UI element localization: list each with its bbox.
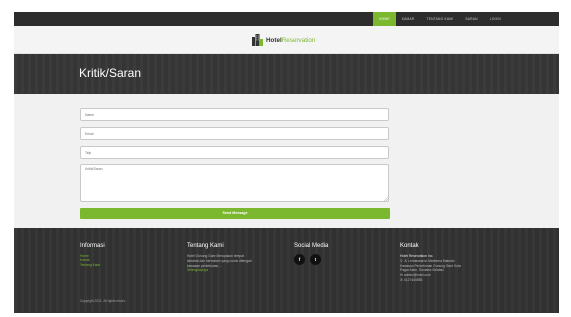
logo-text-hotel: Hotel: [266, 36, 282, 44]
logo-text-reservation: Reservation: [281, 36, 316, 44]
facebook-icon[interactable]: f: [294, 254, 305, 265]
email-field[interactable]: [80, 127, 389, 140]
resize-grip-icon[interactable]: [383, 196, 388, 201]
nav-home[interactable]: HOME: [373, 12, 396, 26]
footer-link-tentang-kami[interactable]: Tentang Kami: [80, 263, 105, 267]
about-read-more-link[interactable]: Selengkapnya: [187, 268, 252, 272]
page-title: Kritik/Saran: [79, 66, 142, 80]
about-text-line: istirahat dan bermalam yang cocok diteng…: [187, 258, 252, 263]
copyright-text: Copyright 2021. All rights reserv.: [80, 299, 126, 303]
footer-social-heading: Social Media: [294, 243, 329, 249]
footer-about-heading: Tentang Kami: [187, 243, 224, 249]
nav-login[interactable]: LOGIN: [484, 12, 507, 26]
footer-contact-column: Kontak Hotel Reservation Inc. ⚲ Jl. Lema…: [400, 228, 461, 283]
send-message-button[interactable]: Send Message: [80, 208, 390, 219]
phone-field[interactable]: [80, 146, 389, 159]
footer-info-heading: Informasi: [80, 243, 105, 249]
phone-number: 0127445555: [404, 277, 423, 282]
site-footer: Informasi Home Kamar Tentang Kami Tentan…: [14, 228, 559, 313]
footer-contact-heading: Kontak: [400, 243, 419, 249]
contact-phone: ✆ 0127445555: [400, 278, 461, 283]
name-field[interactable]: [80, 108, 389, 121]
footer-about-column: Tentang Kami Hotel Gunung Gare Merupakan…: [187, 228, 252, 273]
browser-viewport: HOME KAMAR TENTANG KAMI SARAN LOGIN Hote…: [14, 12, 559, 313]
nav-tentang-kami[interactable]: TENTANG KAMI: [420, 12, 459, 26]
footer-social-column: Social Media f t: [294, 228, 328, 265]
nav-saran[interactable]: SARAN: [459, 12, 483, 26]
main-menu: HOME KAMAR TENTANG KAMI SARAN LOGIN: [373, 12, 507, 26]
top-navigation-bar: HOME KAMAR TENTANG KAMI SARAN LOGIN: [14, 12, 559, 26]
nav-kamar[interactable]: KAMAR: [396, 12, 421, 26]
contact-form: Send Message: [14, 94, 559, 228]
message-textarea[interactable]: [80, 164, 389, 202]
social-icons: f t: [294, 254, 328, 265]
brand-bar: Hotel Reservation: [14, 26, 559, 54]
contact-address: ⚲ Jl. Lemanwarno Markema Makedo: [400, 259, 461, 264]
address-line: Jl. Lemanwarno Markema Makedo: [404, 258, 455, 263]
twitter-icon[interactable]: t: [310, 254, 321, 265]
building-icon: [252, 34, 263, 46]
page-header-banner: Kritik/Saran: [14, 54, 559, 94]
footer-info-column: Informasi Home Kamar Tentang Kami: [80, 228, 105, 267]
site-logo[interactable]: Hotel Reservation: [252, 34, 315, 46]
